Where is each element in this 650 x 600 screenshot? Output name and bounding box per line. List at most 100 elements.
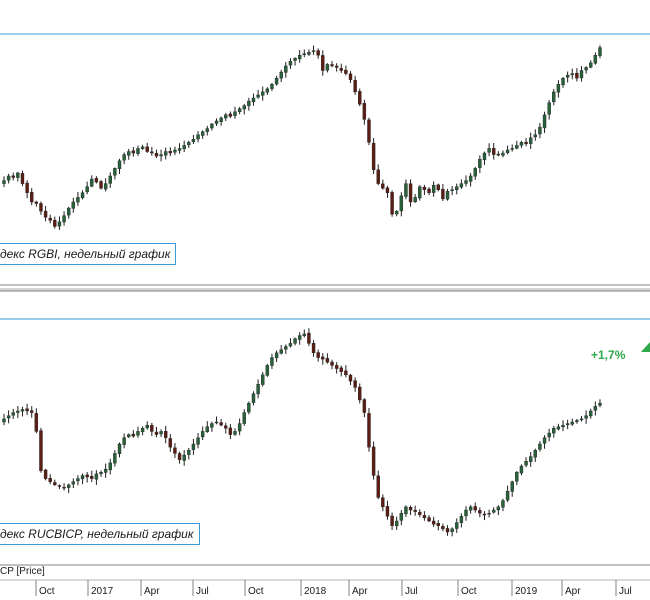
candle — [487, 143, 491, 157]
candle-body — [173, 447, 177, 454]
candle-body — [307, 332, 311, 344]
candle-body — [163, 430, 168, 438]
candle — [210, 421, 214, 432]
candle — [173, 443, 177, 459]
candle-body — [330, 361, 334, 366]
candle — [473, 166, 477, 180]
candle — [547, 428, 551, 442]
candle-body — [177, 148, 182, 151]
candle-body — [311, 343, 316, 354]
candle — [274, 75, 279, 86]
candle — [80, 190, 85, 200]
time-axis: Oct 2017 Apr Jul Oct 2018 Apr Jul Oct 2019 Apr Jul — [35, 580, 632, 597]
candle — [99, 179, 103, 190]
candle — [288, 338, 293, 348]
candle-body — [16, 172, 20, 178]
candle — [528, 132, 533, 149]
candle-body — [34, 413, 39, 432]
candle — [187, 140, 191, 148]
candle — [20, 406, 25, 417]
time-tick-label: 2017 — [91, 586, 114, 597]
candle-body — [237, 423, 242, 432]
candle — [108, 172, 112, 188]
bottom-chart-caption: декс RUCBICP, недельный график — [0, 523, 200, 545]
candle-body — [66, 207, 71, 216]
candle-body — [62, 486, 66, 489]
candle — [376, 470, 380, 500]
candle — [43, 205, 48, 222]
candle — [94, 176, 99, 184]
candle — [159, 149, 163, 162]
candle — [113, 167, 117, 180]
candle-body — [210, 423, 214, 428]
candle-body — [108, 175, 112, 184]
candle — [140, 426, 145, 436]
candle-body — [362, 103, 367, 120]
candle-body — [30, 192, 34, 203]
candle — [205, 421, 209, 433]
candle — [136, 426, 140, 438]
candle — [445, 525, 450, 536]
candle — [219, 418, 223, 427]
candle — [302, 329, 306, 338]
candle — [11, 408, 15, 420]
candle — [6, 173, 11, 184]
candle-body — [71, 481, 76, 485]
candle-body — [445, 191, 450, 200]
candle-body — [501, 152, 505, 156]
candle-body — [150, 151, 154, 154]
candle-body — [103, 468, 108, 473]
candle-body — [524, 461, 528, 466]
candle-body — [404, 506, 408, 515]
candle — [16, 171, 20, 182]
candle-body — [358, 91, 362, 105]
candle — [200, 426, 205, 440]
candle — [441, 184, 445, 202]
candle — [459, 179, 464, 190]
top-panel-rgbi — [0, 33, 650, 230]
candle — [261, 86, 265, 101]
candle — [556, 80, 561, 98]
candle-body — [358, 386, 362, 401]
candle-body — [371, 142, 376, 171]
candle — [367, 117, 371, 146]
candle-body — [584, 415, 588, 419]
candle-body — [422, 515, 427, 519]
candle — [422, 184, 427, 196]
candle-body — [468, 175, 473, 182]
candle-body — [418, 186, 422, 199]
candle — [593, 52, 598, 65]
candle-body — [468, 506, 473, 511]
candle-body — [182, 145, 186, 150]
candle — [145, 142, 149, 153]
candle-body — [140, 428, 145, 433]
candle-body — [127, 434, 131, 438]
candle — [136, 145, 140, 156]
candle-body — [159, 431, 163, 435]
candle — [381, 179, 385, 190]
bottom-panel-rucbicp — [0, 318, 650, 537]
candle — [224, 112, 228, 122]
candle — [390, 512, 394, 531]
candle — [510, 144, 514, 152]
candle-body — [108, 462, 112, 471]
candle — [505, 485, 510, 502]
candle-body — [561, 77, 565, 86]
candle-body — [182, 454, 186, 461]
candle — [450, 527, 454, 537]
candle-body — [187, 450, 191, 455]
candle-body — [265, 365, 270, 376]
candle — [362, 99, 367, 125]
candle — [2, 413, 6, 426]
candle — [168, 147, 173, 157]
candle — [270, 353, 274, 370]
candle — [251, 391, 256, 406]
candle-body — [565, 423, 570, 426]
candle — [196, 131, 200, 143]
candle-body — [247, 402, 251, 413]
candle-body — [228, 113, 233, 117]
candle — [570, 68, 574, 80]
candle — [228, 111, 233, 119]
candle — [533, 448, 537, 462]
candle — [413, 505, 417, 516]
